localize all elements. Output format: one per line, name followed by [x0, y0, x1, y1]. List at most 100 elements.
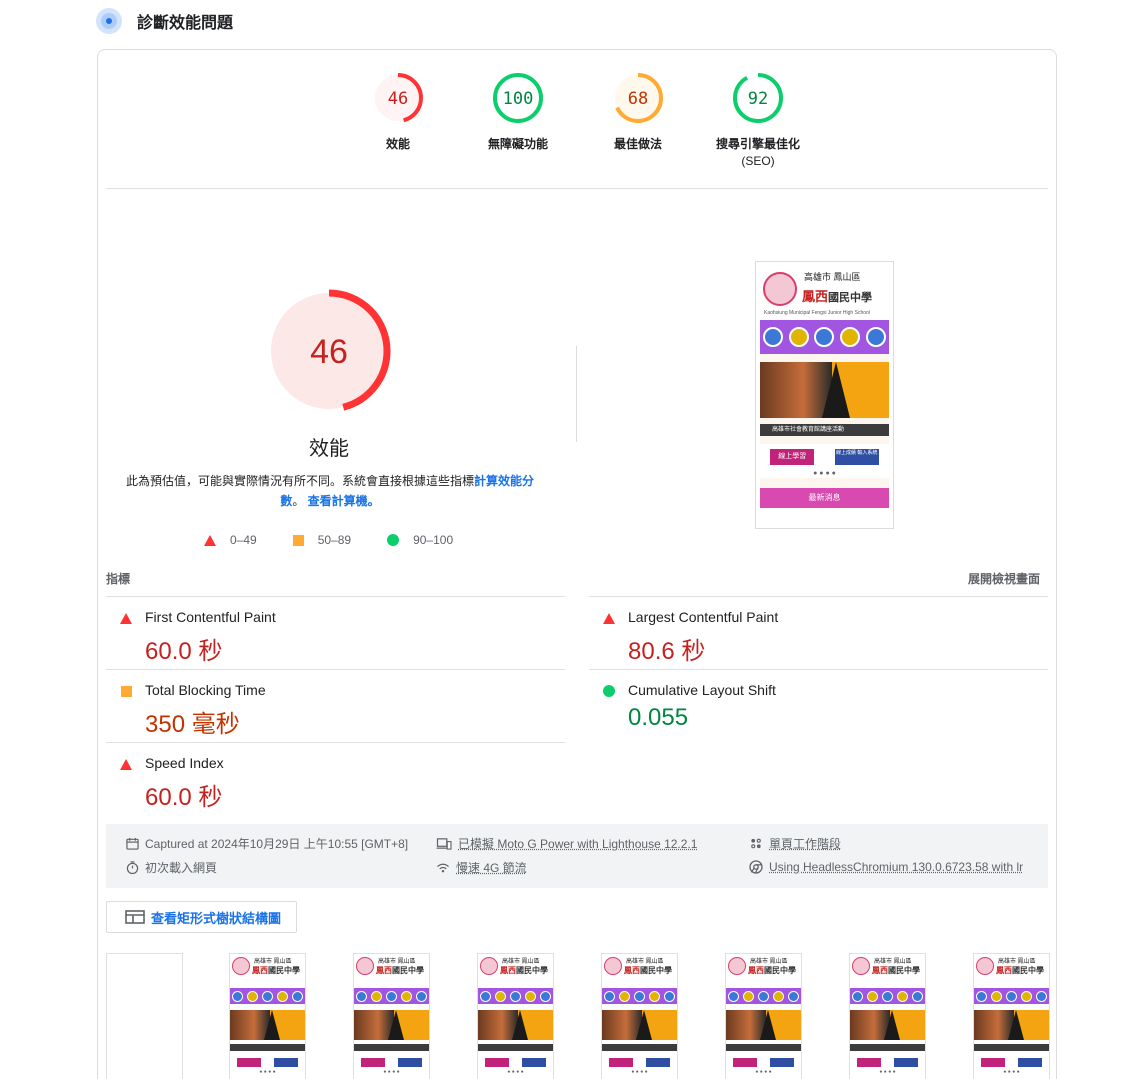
frame-news: [850, 1044, 925, 1051]
metric-value: 80.6 秒: [628, 631, 705, 666]
triangle-icon: [204, 535, 216, 546]
frame-logo: [232, 957, 250, 975]
runtime-device[interactable]: 已模擬 Moto G Power with Lighthouse 12.2.1: [436, 834, 697, 852]
metric-value: 350 毫秒: [145, 704, 240, 739]
frame-dots: ● ● ● ●: [602, 1069, 677, 1075]
runtime-session[interactable]: 單頁工作階段: [749, 834, 841, 852]
frame-banner: [602, 1010, 677, 1040]
frame-news: [478, 1044, 553, 1051]
legend-pass: 90–100: [387, 533, 453, 547]
frame-header: 高雄市 鳳山區 鳳西國民中學: [354, 954, 429, 982]
treemap-icon: [125, 910, 145, 924]
legend-label: 90–100: [413, 533, 453, 547]
grid-icon: [789, 327, 809, 347]
frame-city: 高雄市 鳳山區: [998, 956, 1036, 965]
metric-lcp: Largest Contentful Paint 80.6 秒: [589, 596, 1048, 669]
metric-value: 60.0 秒: [145, 631, 222, 666]
frame-name: 鳳西國民中學: [376, 965, 424, 976]
frame-banner: [230, 1010, 305, 1040]
site-preview: 高雄市 鳳山區 鳳西國民中學 Kaohsiung Municipal Fengx…: [760, 266, 889, 508]
performance-title: 效能: [229, 432, 429, 461]
frame-news: [726, 1044, 801, 1051]
frame-buttons: [354, 1055, 429, 1069]
runtime-network[interactable]: 慢速 4G 節流: [436, 858, 527, 876]
banner-shape: [822, 362, 850, 418]
frame-buttons: [478, 1055, 553, 1069]
pass-circle-icon: [603, 685, 615, 697]
metric-speed-index: Speed Index 60.0 秒: [106, 742, 565, 815]
wifi-icon: [436, 861, 450, 874]
frame-city: 高雄市 鳳山區: [874, 956, 912, 965]
site-city: 高雄市 鳳山區: [804, 270, 861, 283]
performance-gauge: 46: [266, 288, 392, 419]
frame-name: 鳳西國民中學: [996, 965, 1044, 976]
frame-icon-bar: [974, 988, 1049, 1004]
frame-logo: [604, 957, 622, 975]
frame-dots: ● ● ● ●: [974, 1069, 1049, 1075]
frame-banner: [850, 1010, 925, 1040]
frame-logo: [852, 957, 870, 975]
frame-dots: ● ● ● ●: [850, 1069, 925, 1075]
frame-city: 高雄市 鳳山區: [502, 956, 540, 965]
frame-icon-bar: [602, 988, 677, 1004]
frame-dots: ● ● ● ●: [478, 1069, 553, 1075]
final-screenshot[interactable]: 高雄市 鳳山區 鳳西國民中學 Kaohsiung Municipal Fengx…: [755, 261, 894, 529]
site-buttons: 線上學習 線上成績 輸入系統: [760, 444, 889, 470]
legend-average: 50–89: [293, 533, 351, 547]
metric-name: First Contentful Paint: [145, 609, 276, 625]
frame-name: 鳳西國民中學: [252, 965, 300, 976]
gauge-best-practices[interactable]: 68 最佳做法: [578, 72, 698, 154]
runtime-browser-text: Using HeadlessChromium 130.0.6723.58 wit…: [769, 860, 1023, 874]
expand-view-toggle[interactable]: 展開檢視畫面: [968, 570, 1040, 587]
gauge-performance[interactable]: 46 效能: [338, 72, 458, 154]
runtime-settings: Captured at 2024年10月29日 上午10:55 [GMT+8] …: [106, 824, 1048, 888]
frame-icon-bar: [850, 988, 925, 1004]
runtime-captured: Captured at 2024年10月29日 上午10:55 [GMT+8]: [126, 834, 408, 852]
site-name-a: 鳳西: [802, 289, 828, 304]
view-treemap-button[interactable]: 查看矩形式樹狀結構圖: [106, 901, 297, 933]
runtime-browser[interactable]: Using HeadlessChromium 130.0.6723.58 wit…: [749, 858, 1023, 876]
frame-buttons: [230, 1055, 305, 1069]
runtime-network-text: 慢速 4G 節流: [456, 859, 527, 876]
frame-name: 鳳西國民中學: [748, 965, 796, 976]
metric-fcp: First Contentful Paint 60.0 秒: [106, 596, 565, 669]
frame-news: [230, 1044, 305, 1051]
search-icon: [814, 327, 834, 347]
metrics-title: 指標: [106, 572, 130, 586]
frame-header: 高雄市 鳳山區 鳳西國民中學: [850, 954, 925, 982]
frame-name: 鳳西國民中學: [872, 965, 920, 976]
gauge-accessibility[interactable]: 100 無障礙功能: [458, 72, 578, 154]
calculator-link[interactable]: 查看計算機。: [308, 494, 380, 508]
frame-banner: [726, 1010, 801, 1040]
square-icon: [293, 535, 304, 546]
site-icon-bar: [760, 320, 889, 354]
legend-fail: 0–49: [204, 533, 257, 547]
frame-icon-bar: [726, 988, 801, 1004]
frame-buttons: [602, 1055, 677, 1069]
frame-icon-bar: [478, 988, 553, 1004]
site-btn-learning: 線上學習: [770, 449, 814, 465]
gauge-ring: 92: [732, 72, 784, 124]
frame-dots: ● ● ● ●: [726, 1069, 801, 1075]
gauge-score: 68: [628, 89, 648, 109]
legend-label: 50–89: [318, 533, 351, 547]
frame-header: 高雄市 鳳山區 鳳西國民中學: [726, 954, 801, 982]
filmstrip-frame: 高雄市 鳳山區 鳳西國民中學 ● ● ● ●: [973, 953, 1050, 1079]
frame-dots: ● ● ● ●: [230, 1069, 305, 1075]
filmstrip: 高雄市 鳳山區 鳳西國民中學 ● ● ● ● 高雄市 鳳山區 鳳西國民中學 ● ● ● ●…: [106, 953, 1048, 1079]
page-header: 診斷效能問題: [96, 8, 233, 34]
metric-name: Cumulative Layout Shift: [628, 682, 776, 698]
session-icon: [749, 837, 763, 850]
fail-triangle-icon: [120, 759, 132, 770]
site-banner: [760, 362, 889, 418]
gauge-ring: 46: [372, 72, 424, 124]
frame-logo: [356, 957, 374, 975]
frame-city: 高雄市 鳳山區: [254, 956, 292, 965]
carousel-dots: ● ● ● ●: [760, 470, 889, 478]
average-square-icon: [121, 686, 132, 697]
legend-label: 0–49: [230, 533, 257, 547]
gauge-score: 46: [388, 89, 408, 109]
gauge-seo[interactable]: 92 搜尋引擎最佳化 (SEO): [698, 72, 818, 168]
filmstrip-frame: 高雄市 鳳山區 鳳西國民中學 ● ● ● ●: [229, 953, 306, 1079]
filmstrip-frame: 高雄市 鳳山區 鳳西國民中學 ● ● ● ●: [849, 953, 926, 1079]
